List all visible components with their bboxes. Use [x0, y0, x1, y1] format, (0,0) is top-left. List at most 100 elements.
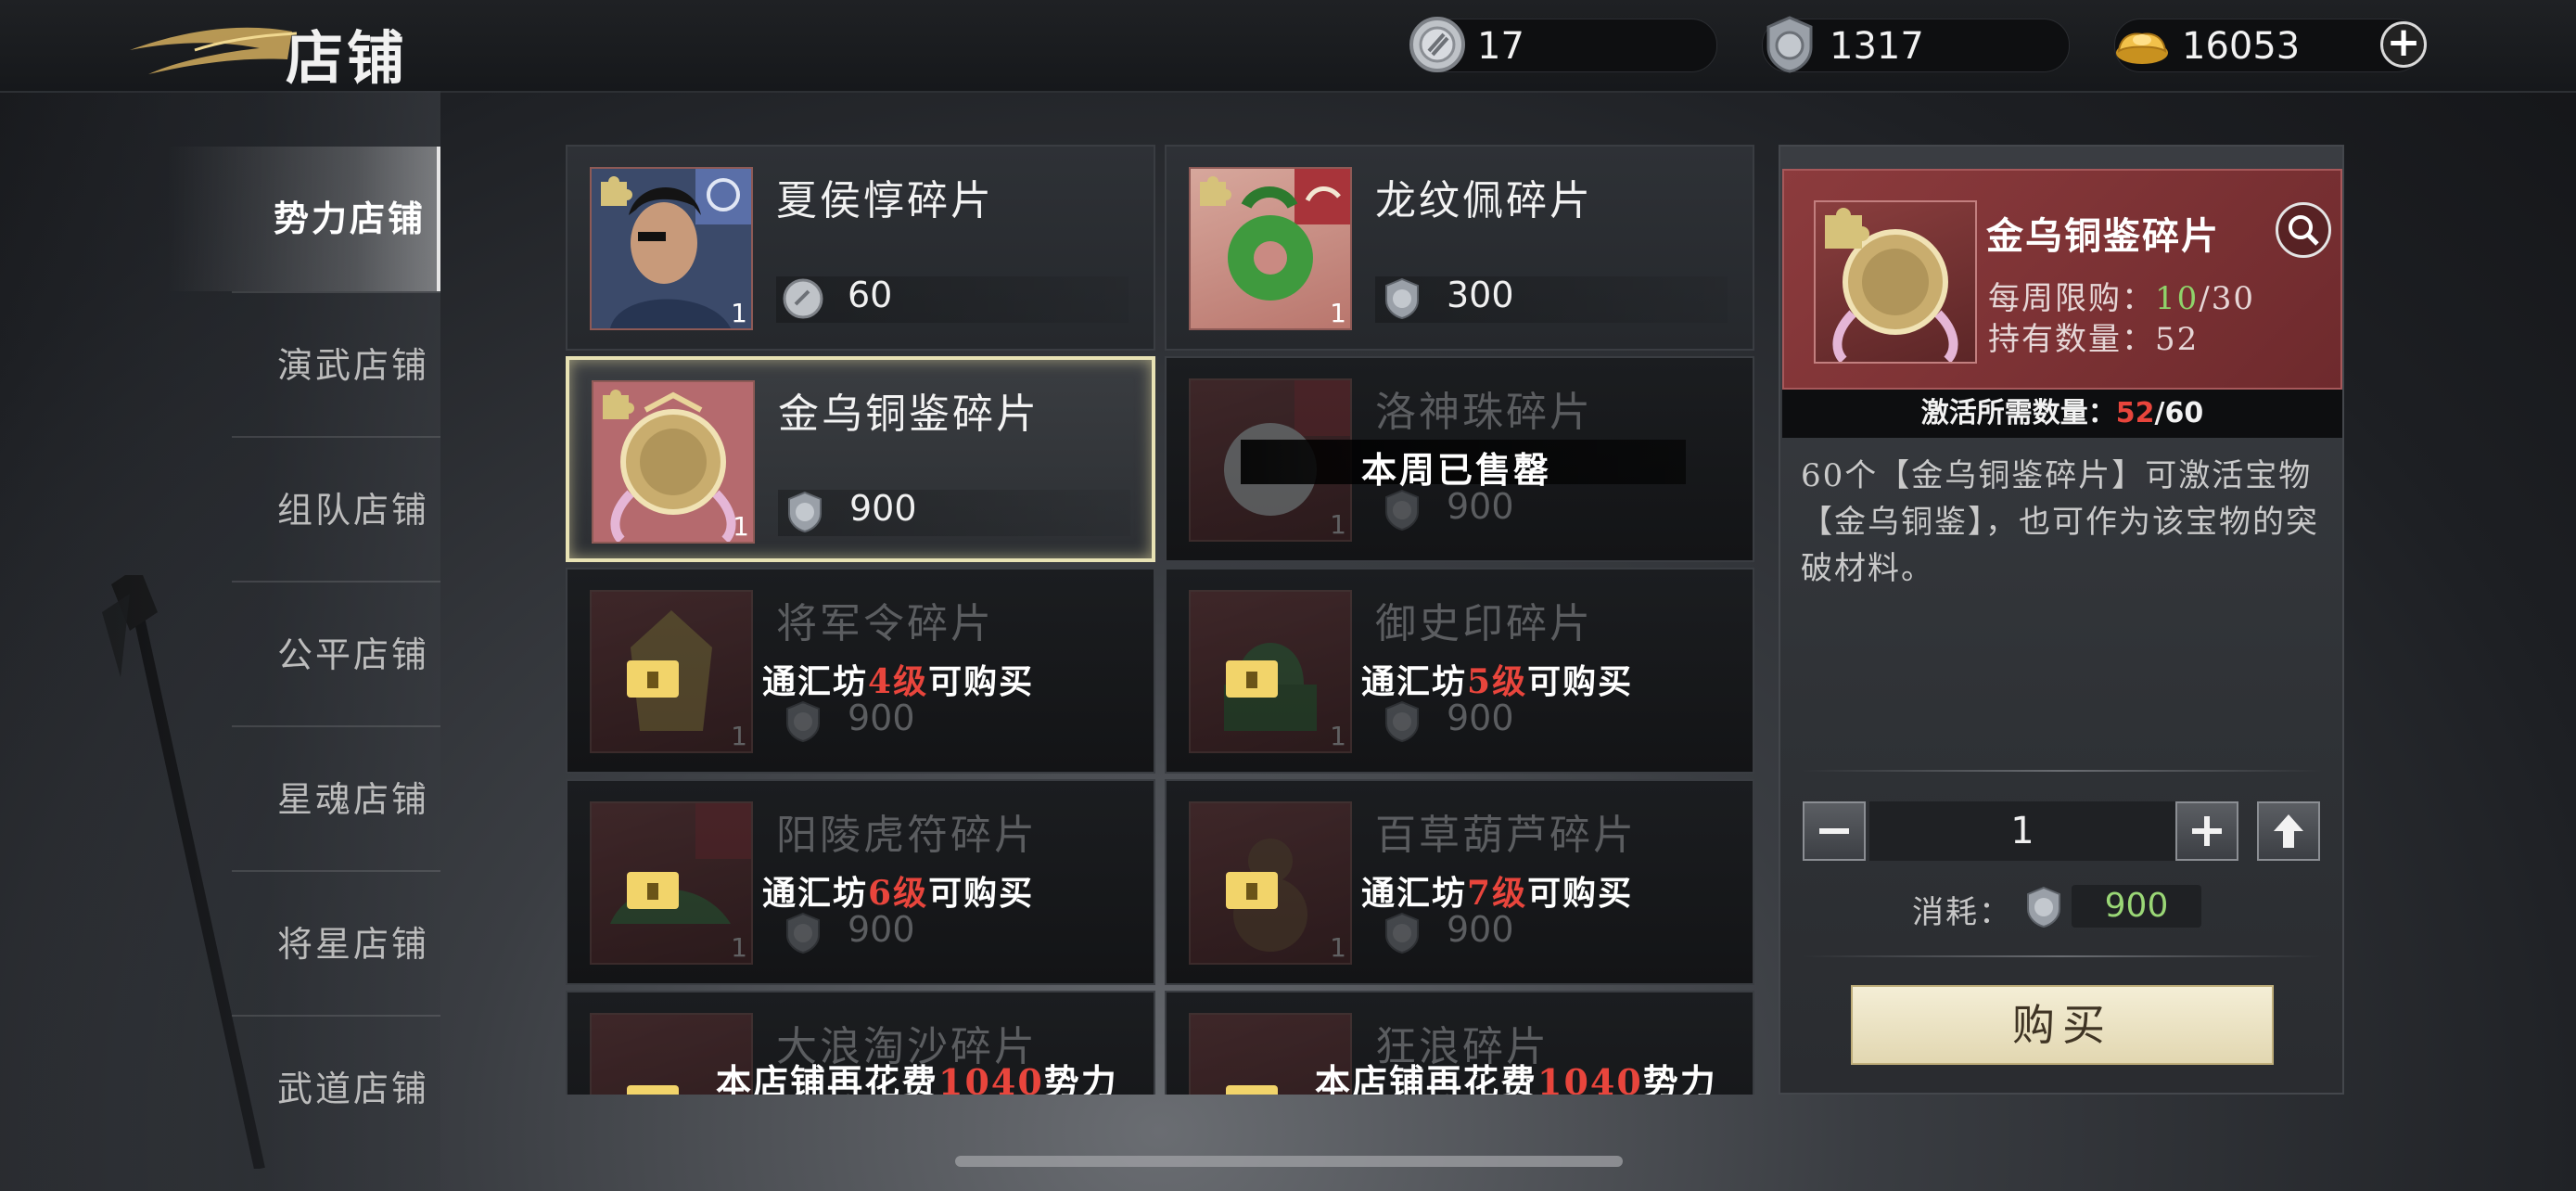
shield-coin-icon [1385, 912, 1419, 954]
shop-item-grid: 1 夏侯惇碎片 60 1 龙纹佩碎片 300 1 金乌铜鉴碎片 900 1 洛神… [566, 145, 1754, 1095]
shield-coin-icon [2027, 886, 2060, 928]
shield-coin-icon [1385, 277, 1419, 320]
item-count: 1 [731, 721, 747, 751]
buy-button[interactable]: 购买 [1851, 985, 2274, 1065]
top-bar: 店铺 17 1317 16053 + [0, 0, 2576, 93]
decrease-quantity-button[interactable] [1803, 801, 1866, 861]
item-thumbnail: 1 [1189, 167, 1352, 330]
item-thumbnail: 1 [592, 380, 755, 544]
page-title: 店铺 [286, 24, 409, 92]
sidebar-item-label: 势力店铺 [273, 198, 426, 239]
price-bar [776, 276, 1129, 323]
item-price: 900 [1447, 486, 1514, 527]
gold-ingot-icon [2116, 32, 2168, 64]
sidebar-item-label: 组队店铺 [276, 490, 429, 531]
price-bar [778, 490, 1130, 536]
shield-coin-icon [786, 700, 820, 743]
item-price: 900 [849, 488, 917, 529]
shop-sidebar: 势力店铺 演武店铺 组队店铺 公平店铺 星魂店铺 将星店铺 武道店铺 [0, 91, 440, 1191]
sidebar-item-martial-shop[interactable]: 演武店铺 [167, 293, 440, 438]
sold-out-text: 本周已售罄 [1361, 449, 1552, 491]
lock-icon [627, 872, 679, 909]
shield-coin-icon [1385, 700, 1419, 743]
shop-item-xiahoudun-fragment[interactable]: 1 夏侯惇碎片 60 [566, 145, 1155, 351]
lock-icon [1226, 1085, 1278, 1095]
plus-icon [2192, 816, 2222, 846]
arrow-up-icon [2274, 814, 2303, 848]
cost-value: 900 [2072, 885, 2201, 928]
sidebar-item-team-shop[interactable]: 组队店铺 [167, 438, 440, 583]
silver-token-icon [783, 278, 823, 319]
shop-item-dragon-pendant-fragment[interactable]: 1 龙纹佩碎片 300 [1165, 145, 1754, 351]
item-name: 阳陵虎符碎片 [776, 812, 1038, 859]
item-price: 900 [1447, 909, 1514, 950]
item-name: 百草葫芦碎片 [1375, 812, 1637, 859]
silver-token-icon [1409, 17, 1465, 72]
item-description: 60个【金乌铜鉴碎片】可激活宝物【金乌铜鉴】，也可作为该宝物的突破材料。 [1801, 457, 2319, 587]
increase-quantity-button[interactable] [2175, 801, 2238, 861]
item-name: 洛神珠碎片 [1375, 389, 1593, 436]
owned-count: 持有数量：52 [1988, 321, 2200, 358]
currency-gold-ingot: 16053 + [2114, 19, 2427, 72]
item-count: 1 [1330, 509, 1346, 540]
divider [1803, 770, 2322, 772]
inspect-button[interactable] [2276, 202, 2331, 258]
sidebar-item-fair-shop[interactable]: 公平店铺 [167, 583, 440, 727]
shop-item-sand-wave-fragment[interactable]: 大浪淘沙碎片 本店铺再花费1040势力 [566, 991, 1155, 1095]
puzzle-fragment-icon [603, 390, 634, 419]
item-name: 金乌铜鉴碎片 [778, 391, 1039, 438]
sidebar-item-faction-shop[interactable]: 势力店铺 [167, 147, 440, 291]
sidebar-item-label: 星魂店铺 [276, 779, 429, 820]
item-price: 900 [1447, 698, 1514, 738]
puzzle-fragment-icon [1200, 176, 1231, 206]
shield-coin-icon [1385, 489, 1419, 531]
item-count: 1 [1330, 298, 1346, 328]
lock-icon [1226, 660, 1278, 698]
detail-header: 金乌铜鉴碎片 每周限购：10/30 持有数量：52 [1782, 169, 2342, 390]
divider [1803, 955, 2322, 957]
lock-icon [1226, 872, 1278, 909]
currency-value: 16053 [2182, 25, 2301, 68]
detail-thumbnail [1814, 200, 1977, 364]
sidebar-item-label: 公平店铺 [276, 634, 429, 675]
item-price: 300 [1447, 275, 1514, 315]
sidebar-item-wudao-shop[interactable]: 武道店铺 [167, 1017, 440, 1161]
shop-item-golden-crow-mirror-fragment[interactable]: 1 金乌铜鉴碎片 900 [566, 356, 1155, 562]
item-price: 60 [848, 275, 893, 315]
sidebar-item-star-soul-shop[interactable]: 星魂店铺 [167, 727, 440, 872]
item-name: 龙纹佩碎片 [1375, 177, 1593, 224]
item-name: 御史印碎片 [1375, 600, 1593, 647]
back-swoosh-icon[interactable] [111, 13, 297, 78]
item-thumbnail: 1 [590, 167, 753, 330]
max-quantity-button[interactable] [2257, 801, 2320, 861]
shop-item-wild-wave-fragment[interactable]: 狂浪碎片 本店铺再花费1040势力 [1165, 991, 1754, 1095]
shield-coin-icon [786, 912, 820, 954]
cost-label: 消耗： [1912, 894, 2012, 931]
minus-icon [1819, 828, 1849, 834]
shop-item-herb-gourd-fragment[interactable]: 1 百草葫芦碎片 通汇坊7级可购买 900 [1165, 779, 1754, 985]
unlock-requirement: 通汇坊6级可购买 [762, 874, 1035, 913]
item-name: 将军令碎片 [776, 600, 994, 647]
lock-icon [627, 1085, 679, 1095]
sidebar-item-general-star-shop[interactable]: 将星店铺 [167, 872, 440, 1017]
sidebar-item-label: 武道店铺 [276, 1069, 429, 1109]
sidebar-item-label: 将星店铺 [276, 924, 429, 965]
puzzle-fragment-icon [601, 176, 632, 206]
shop-item-general-token-fragment[interactable]: 1 将军令碎片 通汇坊4级可购买 900 [566, 568, 1155, 774]
item-name: 夏侯惇碎片 [776, 177, 994, 224]
add-gold-button[interactable]: + [2380, 21, 2427, 68]
shop-item-censor-seal-fragment[interactable]: 1 御史印碎片 通汇坊5级可购买 900 [1165, 568, 1754, 774]
weekly-limit: 每周限购：10/30 [1988, 280, 2255, 317]
shop-item-yangling-tiger-tally-fragment[interactable]: 1 阳陵虎符碎片 通汇坊6级可购买 900 [566, 779, 1155, 985]
quantity-input[interactable]: 1 [1869, 801, 2175, 861]
currency-value: 17 [1477, 25, 1524, 68]
item-count: 1 [731, 932, 747, 963]
item-count: 1 [1330, 932, 1346, 963]
item-price: 900 [848, 909, 915, 950]
shop-item-luoshen-pearl-fragment[interactable]: 1 洛神珠碎片 本周已售罄 900 [1165, 356, 1754, 562]
activation-requirement: 激活所需数量：52/60 [1782, 390, 2342, 438]
shield-coin-icon [788, 491, 822, 533]
unlock-requirement: 通汇坊5级可购买 [1361, 662, 1634, 701]
search-icon [2289, 215, 2319, 246]
item-count: 1 [733, 511, 749, 542]
